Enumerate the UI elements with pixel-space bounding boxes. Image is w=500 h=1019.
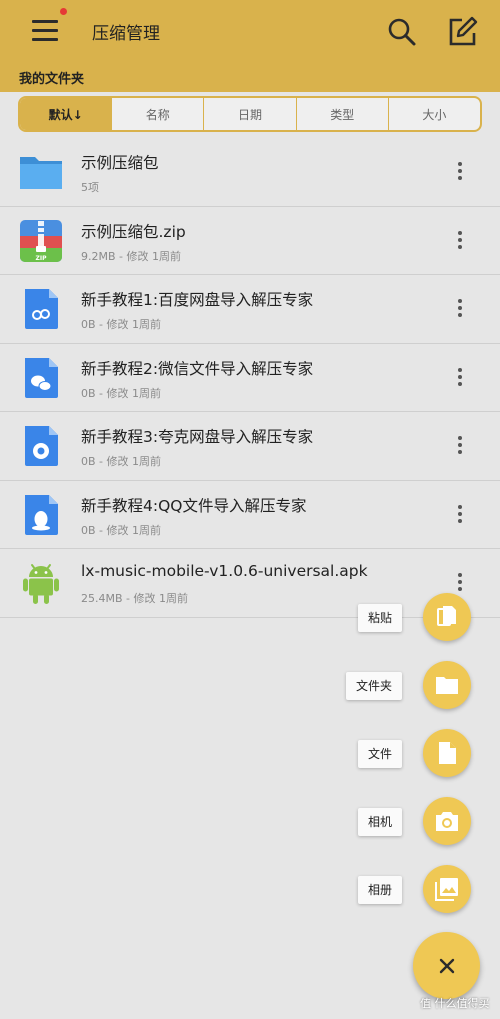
paste-icon — [437, 606, 456, 626]
new-folder-button[interactable] — [423, 661, 471, 709]
file-name: 示例压缩包.zip — [81, 222, 186, 241]
sort-tab-type[interactable]: 类型 — [295, 98, 388, 130]
file-row[interactable]: 新手教程1:百度网盘导入解压专家 0B - 修改 1周前 — [0, 275, 500, 344]
fab-label-paste[interactable]: 粘贴 — [358, 604, 403, 632]
more-options-button[interactable] — [452, 297, 468, 321]
page-title: 压缩管理 — [92, 24, 160, 44]
file-meta: 0B - 修改 1周前 — [81, 386, 162, 400]
sort-tab-default[interactable]: 默认↓ — [20, 98, 112, 130]
sort-tab-date[interactable]: 日期 — [203, 98, 295, 130]
file-row[interactable]: 新手教程3:夸克网盘导入解压专家 0B - 修改 1周前 — [0, 412, 500, 481]
more-options-button[interactable] — [452, 434, 468, 458]
file-icon — [439, 742, 456, 764]
menu-icon-line — [32, 29, 58, 32]
gallery-button[interactable] — [423, 865, 471, 913]
file-name: lx-music-mobile-v1.0.6-universal.apk — [81, 562, 368, 580]
sort-tab-name[interactable]: 名称 — [111, 98, 203, 130]
fab-label-file[interactable]: 文件 — [358, 740, 403, 768]
file-meta: 9.2MB - 修改 1周前 — [81, 249, 181, 263]
menu-button[interactable] — [28, 14, 64, 50]
baidu-doc-icon — [18, 286, 64, 332]
svg-text:ZIP: ZIP — [36, 255, 48, 262]
file-meta: 0B - 修改 1周前 — [81, 318, 162, 331]
file-meta: 5项 — [81, 181, 99, 194]
file-name: 新手教程3:夸克网盘导入解压专家 — [81, 428, 314, 446]
file-name: 新手教程1:百度网盘导入解压专家 — [81, 291, 314, 309]
more-options-button[interactable] — [452, 366, 468, 390]
file-name: 新手教程2:微信文件导入解压专家 — [81, 359, 314, 378]
paste-button[interactable] — [423, 593, 471, 641]
fab-label-folder[interactable]: 文件夹 — [346, 672, 403, 700]
sort-tab-size[interactable]: 大小 — [387, 98, 480, 130]
file-name: 新手教程4:QQ文件导入解压专家 — [81, 496, 307, 515]
menu-icon-line — [32, 20, 58, 23]
file-name: 示例压缩包 — [81, 154, 159, 172]
edit-icon — [449, 16, 478, 46]
file-row[interactable]: 新手教程2:微信文件导入解压专家 0B - 修改 1周前 — [0, 344, 500, 412]
file-row[interactable]: ZIP 示例压缩包.zip 9.2MB - 修改 1周前 — [0, 207, 500, 275]
folder-icon — [436, 677, 458, 694]
file-row[interactable]: 新手教程4:QQ文件导入解压专家 0B - 修改 1周前 — [0, 481, 500, 549]
more-options-button[interactable] — [452, 229, 468, 253]
file-row[interactable]: 示例压缩包 5项 — [0, 138, 500, 207]
folder-icon — [18, 149, 64, 195]
more-options-button[interactable] — [452, 160, 468, 184]
camera-button[interactable] — [423, 797, 471, 845]
qq-doc-icon — [18, 492, 64, 538]
app-bar: 压缩管理 我的文件夹 — [0, 0, 500, 92]
notification-dot — [60, 8, 67, 15]
search-icon — [388, 18, 416, 46]
gallery-icon — [435, 878, 458, 901]
file-meta: 0B - 修改 1周前 — [81, 523, 162, 537]
quark-doc-icon — [18, 423, 64, 469]
fab-close-button[interactable] — [413, 932, 480, 999]
more-options-button[interactable] — [452, 571, 468, 595]
fab-label-camera[interactable]: 相机 — [358, 808, 403, 836]
close-icon — [439, 958, 454, 973]
file-meta: 25.4MB - 修改 1周前 — [81, 592, 188, 605]
menu-icon-line — [32, 38, 58, 41]
watermark: 值 什么值得买 — [420, 997, 490, 1010]
wechat-doc-icon — [18, 355, 64, 401]
file-meta: 0B - 修改 1周前 — [81, 455, 162, 468]
new-file-button[interactable] — [423, 729, 471, 777]
folder-section-label: 我的文件夹 — [19, 72, 85, 87]
sort-bar: 默认↓ 名称 日期 类型 大小 — [18, 96, 482, 132]
fab-label-gallery[interactable]: 相册 — [358, 876, 403, 904]
search-button[interactable] — [384, 14, 420, 50]
android-icon — [18, 560, 64, 606]
more-options-button[interactable] — [452, 503, 468, 527]
camera-icon — [436, 812, 458, 831]
edit-button[interactable] — [444, 14, 480, 50]
zip-icon: ZIP — [18, 218, 64, 264]
file-list: 示例压缩包 5项 ZIP 示例压缩包.zip 9.2MB - 修改 1周前 新手… — [0, 138, 500, 618]
